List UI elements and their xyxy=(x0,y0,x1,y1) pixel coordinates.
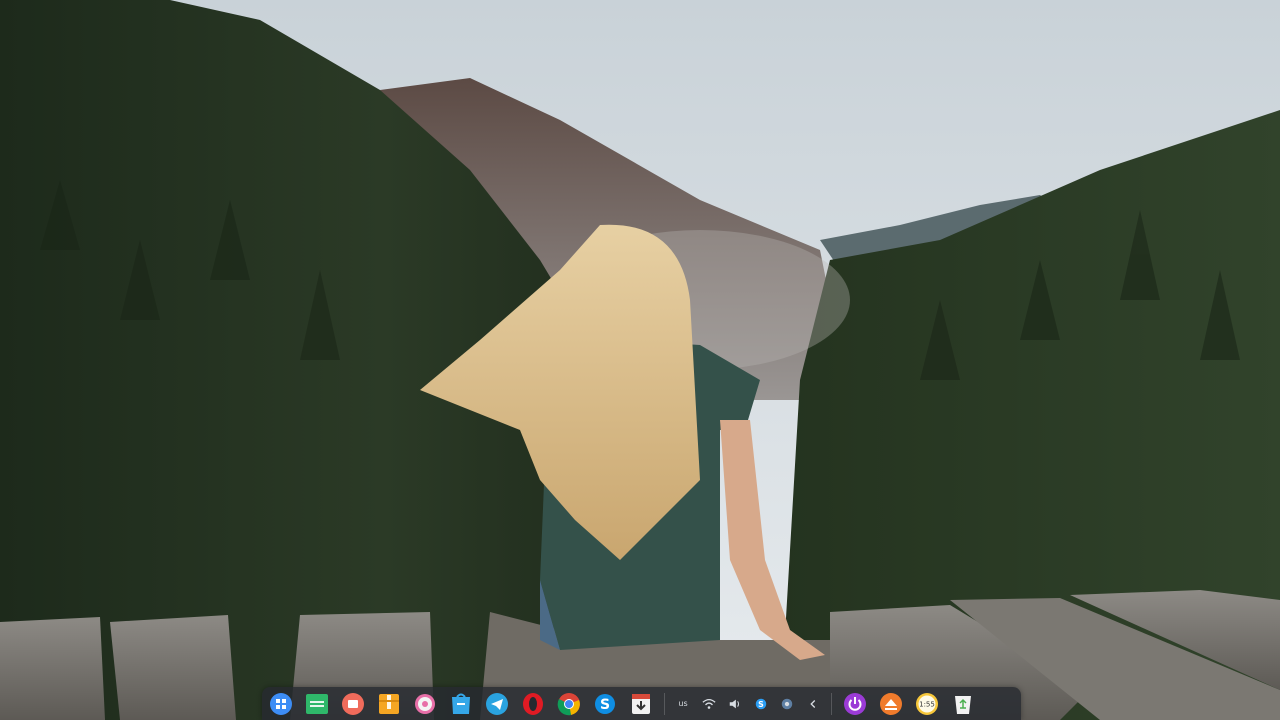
clock-button[interactable]: 1:55 xyxy=(913,690,941,718)
trash-button[interactable] xyxy=(949,690,977,718)
archive-manager-button[interactable] xyxy=(375,690,403,718)
trash-icon xyxy=(955,695,971,714)
gear-icon xyxy=(415,693,435,714)
store-icon xyxy=(452,693,470,714)
skype-icon: S xyxy=(595,693,615,714)
eject-icon xyxy=(880,692,902,715)
launcher-button[interactable] xyxy=(267,690,295,718)
power-icon xyxy=(844,692,866,715)
archive-icon xyxy=(379,693,399,714)
record-icon xyxy=(342,692,364,715)
file-manager-button[interactable] xyxy=(303,690,331,718)
svg-text:S: S xyxy=(758,700,764,709)
chat-tray-icon xyxy=(781,698,793,709)
installer-icon xyxy=(632,693,650,714)
folder-icon xyxy=(306,693,328,714)
wifi-icon xyxy=(702,698,716,709)
skype-button[interactable]: S xyxy=(591,690,619,718)
keyboard-layout-indicator[interactable]: us xyxy=(673,693,693,715)
clock-icon: 1:55 xyxy=(916,692,938,715)
telegram-icon xyxy=(486,692,508,715)
skype-tray-icon: S xyxy=(755,698,767,709)
screen-recorder-button[interactable] xyxy=(339,690,367,718)
dock: S us S 1:55 xyxy=(262,687,1021,720)
clock-label: 1:55 xyxy=(919,700,935,708)
eject-button[interactable] xyxy=(877,690,905,718)
launcher-icon xyxy=(270,692,292,715)
desktop-wallpaper xyxy=(0,0,1280,720)
dock-separator xyxy=(664,692,665,715)
volume-tray-button[interactable] xyxy=(725,693,745,715)
opera-icon xyxy=(523,692,543,715)
opera-button[interactable] xyxy=(519,690,547,718)
svg-text:S: S xyxy=(600,697,610,713)
settings-button[interactable] xyxy=(411,690,439,718)
chrome-icon xyxy=(557,692,580,715)
skype-tray-button[interactable]: S xyxy=(751,693,771,715)
expand-tray-button[interactable] xyxy=(803,693,823,715)
telegram-button[interactable] xyxy=(483,690,511,718)
system-tray: us S xyxy=(670,687,826,720)
chat-tray-button[interactable] xyxy=(777,693,797,715)
wifi-tray-button[interactable] xyxy=(699,693,719,715)
package-installer-button[interactable] xyxy=(627,690,655,718)
expand-tray-icon xyxy=(810,699,816,708)
power-button[interactable] xyxy=(841,690,869,718)
chrome-button[interactable] xyxy=(555,690,583,718)
app-store-button[interactable] xyxy=(447,690,475,718)
volume-icon xyxy=(729,699,740,708)
dock-separator xyxy=(831,692,832,715)
